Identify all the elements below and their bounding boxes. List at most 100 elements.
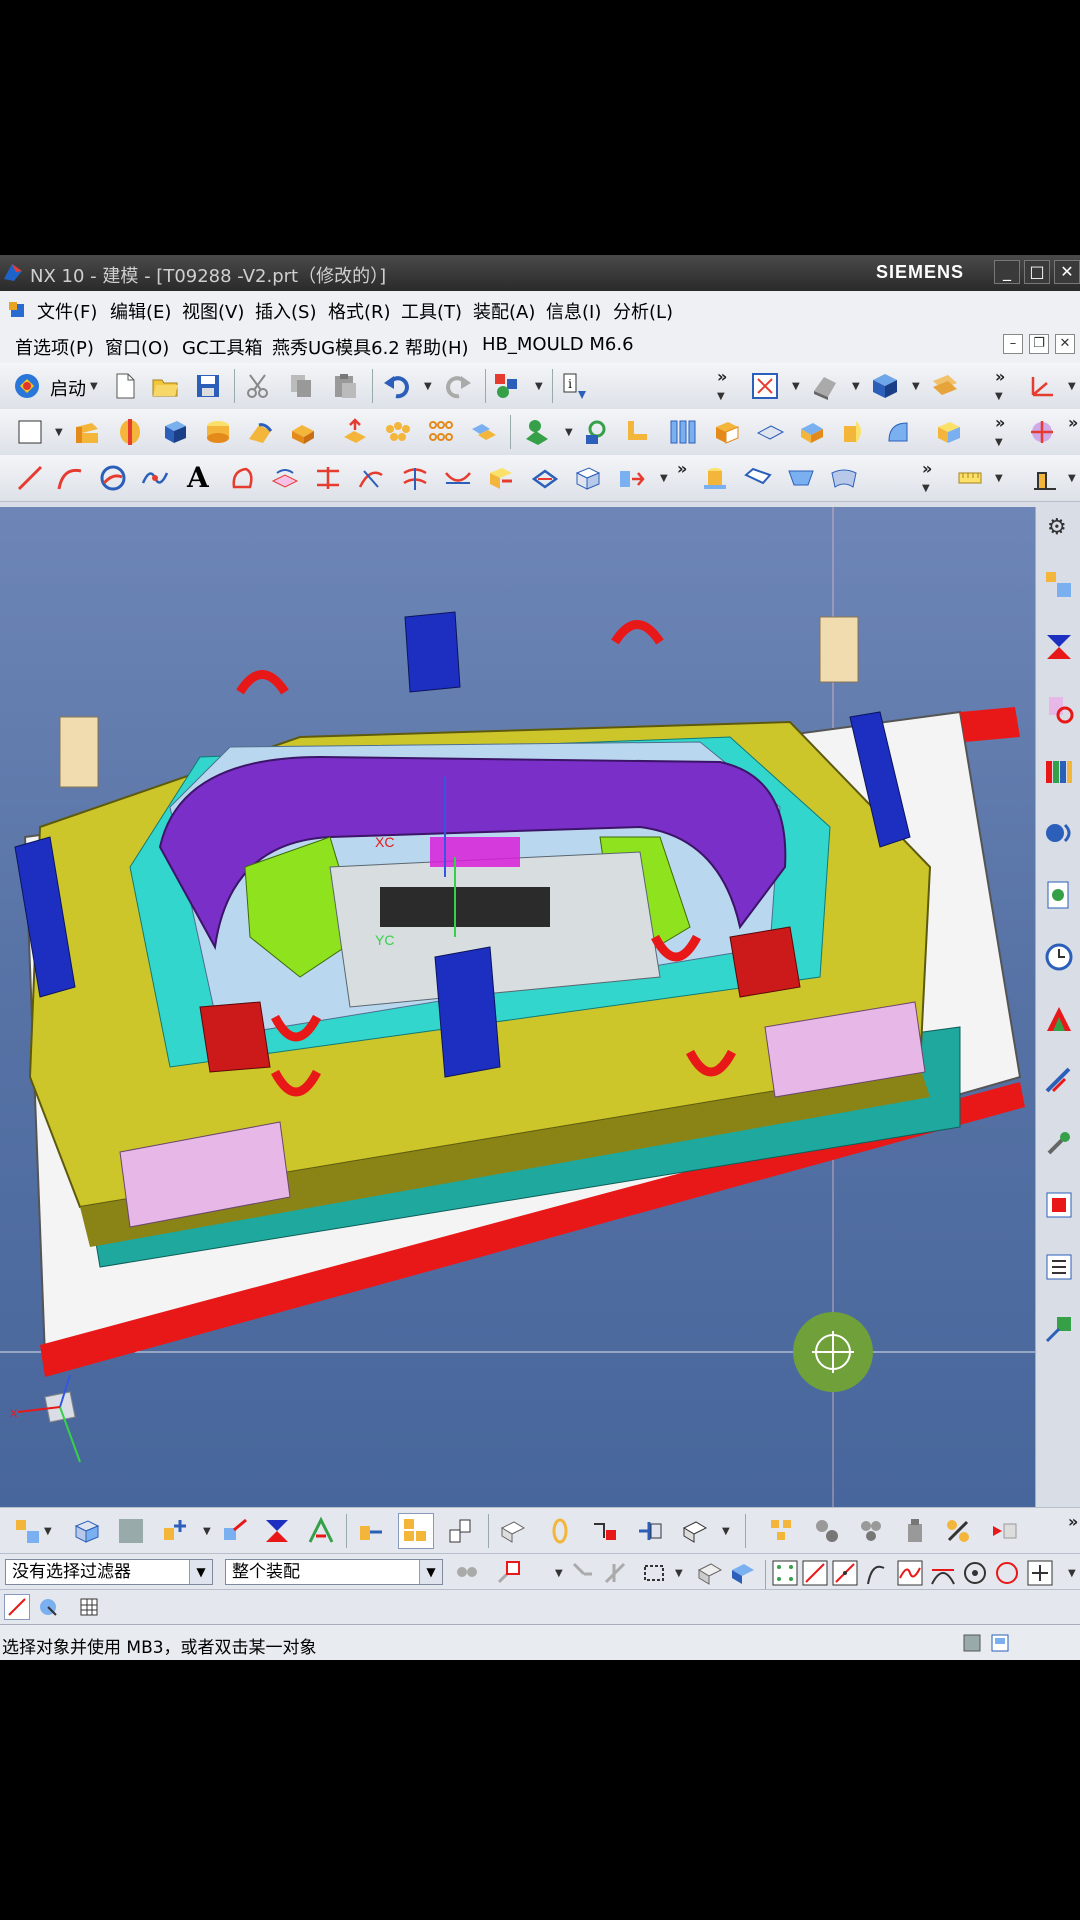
menu-assembly[interactable]: 装配(A) — [473, 298, 535, 324]
stop-at-intersection-icon[interactable] — [600, 1558, 630, 1588]
mold-tools-icon[interactable] — [812, 1516, 842, 1546]
swept-icon[interactable] — [625, 417, 655, 447]
mirror-assembly-icon[interactable] — [680, 1516, 710, 1546]
chamfer-icon[interactable] — [288, 417, 318, 447]
menu-file[interactable]: 文件(F) — [37, 298, 97, 324]
redo-icon[interactable] — [443, 371, 473, 401]
swoop-icon[interactable] — [829, 463, 859, 493]
shell-icon[interactable] — [712, 417, 742, 447]
block-icon[interactable] — [160, 417, 190, 447]
composite-curve-icon[interactable] — [486, 463, 516, 493]
snap-tangent-icon[interactable] — [928, 1558, 958, 1588]
wrap-icon[interactable] — [530, 463, 560, 493]
cut-icon[interactable] — [243, 371, 273, 401]
show-hidden-icon[interactable] — [695, 1558, 725, 1588]
menu-window[interactable]: 窗口(O) — [105, 334, 169, 360]
snap-intersection-icon[interactable] — [895, 1558, 925, 1588]
mold-assembly-model[interactable]: YC XC X — [0, 507, 1035, 1507]
sketch-icon[interactable] — [15, 417, 45, 447]
constraint-navigator-icon[interactable] — [1043, 631, 1075, 663]
split-body-icon[interactable] — [797, 417, 827, 447]
menu-view[interactable]: 视图(V) — [182, 298, 244, 324]
assembly-navigator-tool-icon[interactable] — [12, 1516, 42, 1546]
revolve-icon[interactable] — [115, 417, 145, 447]
menu-edit[interactable]: 编辑(E) — [110, 298, 171, 324]
snap-existing-point-icon[interactable] — [1025, 1558, 1055, 1588]
studio-spline-icon[interactable] — [140, 463, 170, 493]
mold-remove-icon[interactable] — [943, 1516, 973, 1546]
minimize-button[interactable]: _ — [994, 260, 1020, 284]
status-screen-icon[interactable] — [990, 1633, 1010, 1653]
mold-slider-icon[interactable] — [900, 1516, 930, 1546]
copy-icon[interactable] — [286, 371, 316, 401]
sewn-surface-icon[interactable] — [573, 463, 603, 493]
pattern-feature-icon[interactable] — [383, 417, 413, 447]
assembly-constraints-icon[interactable] — [262, 1516, 292, 1546]
replace-face-icon[interactable] — [934, 417, 964, 447]
menu-icon[interactable] — [8, 300, 28, 320]
menu-analysis[interactable]: 分析(L) — [613, 298, 673, 324]
status-window-icon[interactable] — [962, 1633, 982, 1653]
arc-icon[interactable] — [55, 463, 85, 493]
offset-curve-icon[interactable] — [228, 463, 258, 493]
helix-icon[interactable] — [98, 463, 128, 493]
snap-end-point-icon[interactable] — [800, 1558, 830, 1588]
process-studio-icon[interactable] — [1043, 1065, 1075, 1097]
menu-insert[interactable]: 插入(S) — [255, 298, 316, 324]
system-scenes-icon[interactable] — [1043, 1251, 1075, 1283]
palette-icon[interactable] — [1043, 1313, 1075, 1345]
save-icon[interactable] — [193, 371, 223, 401]
select-solid-icon[interactable] — [728, 1558, 758, 1588]
start-icon[interactable] — [12, 371, 42, 401]
selection-filter-dropdown[interactable]: 没有选择过滤器 ▼ — [5, 1559, 213, 1585]
cylinder-surface-icon[interactable] — [700, 463, 730, 493]
text-icon[interactable]: A — [187, 461, 209, 494]
intersection-curve-icon[interactable] — [313, 463, 343, 493]
general-selection-icon[interactable] — [452, 1558, 482, 1588]
information-icon[interactable]: i — [560, 371, 590, 401]
arrangements-icon[interactable] — [446, 1516, 476, 1546]
snap-point-on-curve-icon[interactable] — [862, 1558, 892, 1588]
follow-selection-icon[interactable] — [568, 1558, 598, 1588]
project-curve-icon[interactable] — [270, 463, 300, 493]
mdi-minimize-button[interactable]: – — [1003, 334, 1023, 354]
product-interface-icon[interactable] — [635, 1516, 665, 1546]
mold-parts-icon[interactable] — [856, 1516, 886, 1546]
datum-csys-icon[interactable] — [582, 417, 612, 447]
snap-mid-point-icon[interactable] — [830, 1558, 860, 1588]
show-dof-icon[interactable] — [306, 1516, 336, 1546]
sequence-icon[interactable] — [116, 1516, 146, 1546]
close-button[interactable]: ✕ — [1054, 260, 1080, 284]
extrude-icon[interactable] — [72, 417, 102, 447]
graphics-window[interactable]: YC XC X — [0, 507, 1035, 1507]
wcs-icon[interactable] — [1027, 371, 1057, 401]
line-icon[interactable] — [15, 463, 45, 493]
new-file-icon[interactable] — [110, 371, 140, 401]
command-finder-icon[interactable] — [492, 371, 522, 401]
maximize-button[interactable]: □ — [1024, 260, 1050, 284]
bridge-curve-icon[interactable] — [443, 463, 473, 493]
grid-icon[interactable] — [78, 1596, 100, 1618]
ruled-icon[interactable] — [743, 463, 773, 493]
n-sided-surface-icon[interactable] — [786, 463, 816, 493]
system-materials-icon[interactable] — [1043, 1003, 1075, 1035]
wave-link-icon[interactable] — [616, 463, 646, 493]
datum-plane-icon[interactable] — [522, 417, 552, 447]
menu-preferences[interactable]: 首选项(P) — [15, 334, 94, 360]
hd3d-tools-icon[interactable] — [1043, 817, 1075, 849]
history-icon[interactable] — [1043, 941, 1075, 973]
snap-arc-center-icon[interactable] — [960, 1558, 990, 1588]
wave-interpart-link-icon[interactable] — [590, 1516, 620, 1546]
menu-hb-mould[interactable]: HB_MOULD M6.6 — [482, 334, 634, 355]
add-existing-icon[interactable] — [160, 1516, 190, 1546]
menu-format[interactable]: 格式(R) — [328, 298, 391, 324]
fit-view-icon[interactable] — [750, 371, 780, 401]
settings-gear-icon[interactable]: ⚙ — [1047, 515, 1067, 540]
move-component-icon[interactable] — [220, 1516, 250, 1546]
through-curves-icon[interactable] — [668, 417, 698, 447]
selection-intent-icon[interactable] — [493, 1558, 523, 1588]
move-object-icon[interactable] — [1027, 417, 1057, 447]
measure-distance-icon[interactable] — [955, 463, 985, 493]
component-selection-toggle[interactable] — [398, 1513, 434, 1549]
edge-blend-icon[interactable] — [245, 417, 275, 447]
